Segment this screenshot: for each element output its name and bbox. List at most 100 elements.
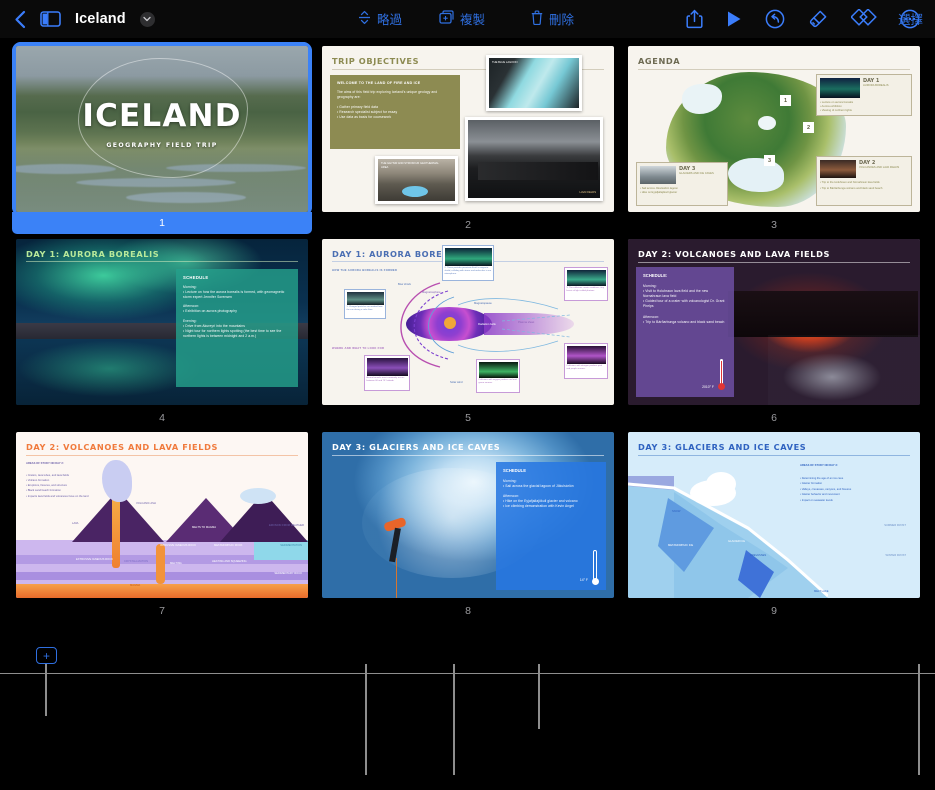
callout-thumb (478, 361, 518, 378)
slide-thumbnail-8[interactable]: DAY 3: GLACIERS AND ICE CAVES SCHEDULE M… (322, 432, 614, 618)
title-rule (26, 455, 298, 456)
slide-3-content: AGENDA 1 2 3 DAY 1 AURORA BOREALIS • Lec… (628, 46, 920, 212)
slide-2-content: TRIP OBJECTIVES WELCOME TO THE LAND OF F… (322, 46, 614, 212)
callout-text: 3. The collisions create conditions, tin… (566, 286, 604, 292)
callout-text: 1. Charged particles are emitted from th… (346, 305, 383, 311)
slide-6-canvas[interactable]: DAY 2: VOLCANOES AND LAVA FIELDS SCHEDUL… (628, 239, 920, 405)
slide-7-canvas[interactable]: DAY 2: VOLCANOES AND LAVA FIELDS AREAS O… (16, 432, 308, 598)
blue-lagoon-photo: THE BLUE LAGOON (486, 55, 582, 111)
diagram-label: SEDIMENTATION (280, 544, 302, 547)
delete-slide-label: 刪除 (549, 12, 575, 27)
diagram-label: SUMMER FROST (884, 524, 906, 527)
card-bullet: • Trip to the Holuhraun and Nornahraun l… (820, 181, 880, 184)
schedule-heading: SCHEDULE (183, 275, 209, 280)
title-rule (332, 455, 604, 456)
card-bullet: • Trip to Bárðarbunga volcano and black … (820, 187, 883, 191)
card-bullet: • Hike on Eyjafjallajökull glacier (640, 191, 678, 195)
photo-caption: LAVA FIELDS (579, 190, 596, 194)
diagram-label: EXTRUSIVE IGNEOUS ROCK (76, 558, 113, 561)
diagram-label: Bow shock (398, 283, 411, 286)
callout-5: Collisions with oxygen produce red and g… (476, 359, 520, 393)
diagram-label: CREVASSES (750, 554, 767, 557)
box-heading: WELCOME TO THE LAND OF FIRE AND ICE (337, 81, 421, 85)
slide-9-canvas[interactable]: DAY 3: GLACIERS AND ICE CAVES AREAS OF S… (628, 432, 920, 598)
diagram-label: WINTER FROST (885, 554, 906, 557)
sidebar-toggle-icon[interactable] (40, 11, 61, 27)
annotation-line-add (45, 664, 47, 716)
callout-6: Collisions with nitrogen produce pink an… (564, 343, 608, 379)
section-item: • Sail across the glacial lagoon of Jöku… (503, 484, 574, 489)
box-body: The aims of this field trip exploring Ic… (337, 90, 438, 100)
thermometer-mercury (720, 361, 723, 383)
back-icon[interactable] (14, 10, 26, 29)
slide-thumbnail-4[interactable]: DAY 1: AURORA BOREALIS SCHEDULE Morning:… (16, 239, 308, 425)
card-bullet: • Viewing of northern lights (820, 109, 852, 113)
section-item: • Trip to Bárðarbunga volcano and black … (643, 319, 725, 324)
slide-number-4: 4 (159, 412, 165, 424)
section-item: • Night tour for northern lights spottin… (183, 328, 282, 338)
diagram-label: Magnetopause (474, 302, 492, 305)
share-icon[interactable] (686, 9, 703, 29)
slide-7-content: DAY 2: VOLCANOES AND LAVA FIELDS AREAS O… (16, 432, 308, 598)
callout-text: Collisions with oxygen produce red and g… (478, 378, 517, 384)
lava-fields-photo: LAVA FIELDS (465, 117, 603, 201)
slide-1-canvas[interactable]: ICELAND GEOGRAPHY FIELD TRIP 1 (12, 42, 312, 234)
diagram-label: Radiation belts (478, 323, 496, 326)
crater-rim (728, 291, 918, 337)
section-item: • Lecture on how the aurora borealis is … (183, 290, 285, 300)
section-item: • Exhibition on aurora photography (183, 309, 238, 314)
slide-3-canvas[interactable]: AGENDA 1 2 3 DAY 1 AURORA BOREALIS • Lec… (628, 46, 920, 212)
cloud-icon (706, 472, 736, 496)
paintbrush-icon[interactable] (808, 9, 828, 29)
callout-thumb (566, 345, 606, 364)
callout-text: Aurora borealis most commonly occurs bet… (366, 376, 405, 382)
day-subtitle: VOLCANOES AND LAVA FIELDS (859, 166, 900, 169)
select-button[interactable]: 選擇 (898, 9, 923, 28)
undo-icon[interactable] (765, 9, 785, 29)
slide-thumbnail-3[interactable]: AGENDA 1 2 3 DAY 1 AURORA BOREALIS • Lec… (628, 46, 920, 232)
slide-4-canvas[interactable]: DAY 1: AURORA BOREALIS SCHEDULE Morning:… (16, 239, 308, 405)
slide-5-canvas[interactable]: DAY 1: AURORA BOREALIS HOW THE AURORA BO… (322, 239, 614, 405)
callout-text: Collisions with nitrogen produce pink an… (566, 364, 603, 370)
slide-subtitle: GEOGRAPHY FIELD TRIP (106, 142, 218, 149)
duplicate-slide-button[interactable]: 複製 (439, 9, 485, 28)
slide-thumbnail-2[interactable]: TRIP OBJECTIVES WELCOME TO THE LAND OF F… (322, 46, 614, 232)
areas-heading: AREAS OF STUDY ON DAY 2: (26, 462, 64, 465)
slide-title: AGENDA (638, 56, 681, 66)
add-slide-button[interactable]: + (36, 647, 57, 664)
section-label: HOW THE AURORA BOREALIS IS FORMED (332, 269, 398, 272)
slide-number-5: 5 (465, 412, 471, 424)
delete-slide-button[interactable]: 刪除 (531, 9, 574, 28)
annotation-horizontal-line (0, 673, 935, 674)
slide-thumbnail-9[interactable]: DAY 3: GLACIERS AND ICE CAVES AREAS OF S… (628, 432, 920, 618)
title-rule (638, 455, 910, 456)
slide-thumbnail-6[interactable]: DAY 2: VOLCANOES AND LAVA FIELDS SCHEDUL… (628, 239, 920, 425)
skip-slide-button[interactable]: 略過 (358, 9, 402, 28)
diagram-label: Plasma sheet (518, 321, 535, 324)
slide-thumbnail-7[interactable]: DAY 2: VOLCANOES AND LAVA FIELDS AREAS O… (16, 432, 308, 618)
slide-title: TRIP OBJECTIVES (332, 56, 420, 66)
slide-thumbnail-5[interactable]: DAY 1: AURORA BOREALIS HOW THE AURORA BO… (322, 239, 614, 425)
map-glacier (728, 158, 784, 192)
slide-8-canvas[interactable]: DAY 3: GLACIERS AND ICE CAVES SCHEDULE M… (322, 432, 614, 598)
play-icon[interactable] (726, 10, 742, 28)
diagram-label: LAVA (72, 522, 79, 525)
slide-thumbnail-1[interactable]: ICELAND GEOGRAPHY FIELD TRIP 1 1 (12, 42, 312, 234)
annotation-line-delete (538, 664, 540, 729)
diagram-label: Solar wind (450, 381, 463, 384)
callout-thumb (366, 357, 408, 376)
photo-caption: THE GEYSIR AND STROKKUR GEOTHERMAL AREA (381, 162, 439, 170)
annotation-line-skip (365, 664, 367, 775)
slide-number-9: 9 (771, 605, 777, 617)
chevron-down-icon[interactable] (139, 11, 155, 27)
title-rule (638, 262, 910, 263)
diamonds-icon[interactable] (851, 9, 877, 29)
slide-8-content: DAY 3: GLACIERS AND ICE CAVES SCHEDULE M… (322, 432, 614, 598)
annotation-line-select (918, 664, 920, 775)
diagram-label: HEATING AND SQUEEZING (212, 560, 247, 563)
schedule-heading: SCHEDULE: (643, 273, 668, 278)
slide-navigator[interactable]: ICELAND GEOGRAPHY FIELD TRIP 1 1 TRIP OB… (0, 38, 935, 638)
slide-2-canvas[interactable]: TRIP OBJECTIVES WELCOME TO THE LAND OF F… (322, 46, 614, 212)
diagram-label: MELTS TO MAGMA (192, 526, 217, 529)
slide-title: DAY 2: VOLCANOES AND LAVA FIELDS (638, 249, 830, 259)
